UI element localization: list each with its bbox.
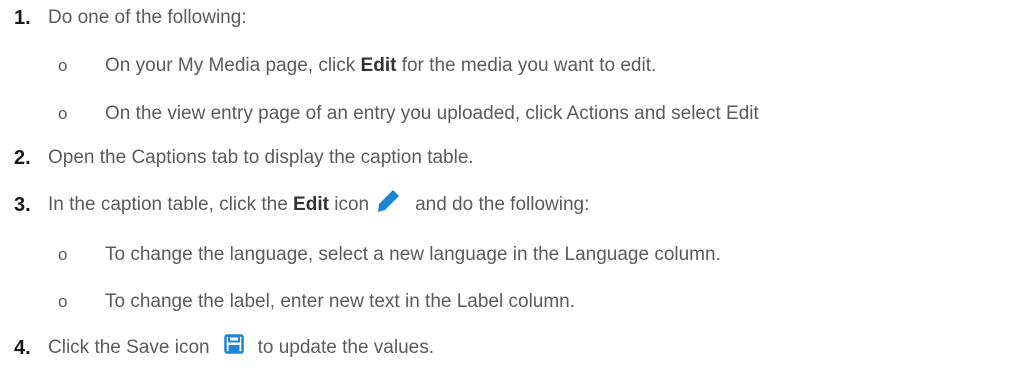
step-text: In the caption table, click the Edit ico…	[48, 190, 590, 218]
step-text: Click the Save icon to update the values.	[48, 334, 434, 359]
step-text-start: In the caption table, click the	[48, 194, 294, 216]
step-number: 4.	[14, 336, 31, 359]
step-text-end: and do the following:	[415, 194, 590, 216]
option-text: On your My Media page, click Edit for th…	[105, 55, 656, 77]
step-text-start: Click the Save icon	[48, 337, 210, 358]
step-text: Open the Captions tab to display the cap…	[48, 147, 474, 168]
step-number: 3.	[14, 193, 31, 216]
bullet-marker: o	[58, 245, 68, 264]
option-text: To change the language, select a new lan…	[105, 244, 721, 265]
step-number: 1.	[14, 6, 31, 29]
option-text-end: for the media you want to edit.	[396, 55, 657, 76]
step-text: Do one of the following:	[48, 7, 247, 28]
bullet-marker: o	[58, 104, 68, 123]
edit-bold-label: Edit	[293, 194, 329, 216]
bullet-marker: o	[58, 292, 68, 311]
option-text: To change the label, enter new text in t…	[105, 291, 576, 312]
step-number: 2.	[14, 146, 31, 169]
option-text: On the view entry page of an entry you u…	[105, 103, 759, 124]
pencil-icon	[375, 188, 401, 214]
bullet-marker: o	[58, 56, 68, 75]
step-text-mid: icon	[328, 194, 370, 216]
option-text-start: On your My Media page, click	[105, 55, 361, 76]
floppy-disk-icon	[223, 334, 244, 354]
edit-bold-label: Edit	[360, 55, 397, 76]
step-text-end: to update the values.	[257, 337, 434, 358]
